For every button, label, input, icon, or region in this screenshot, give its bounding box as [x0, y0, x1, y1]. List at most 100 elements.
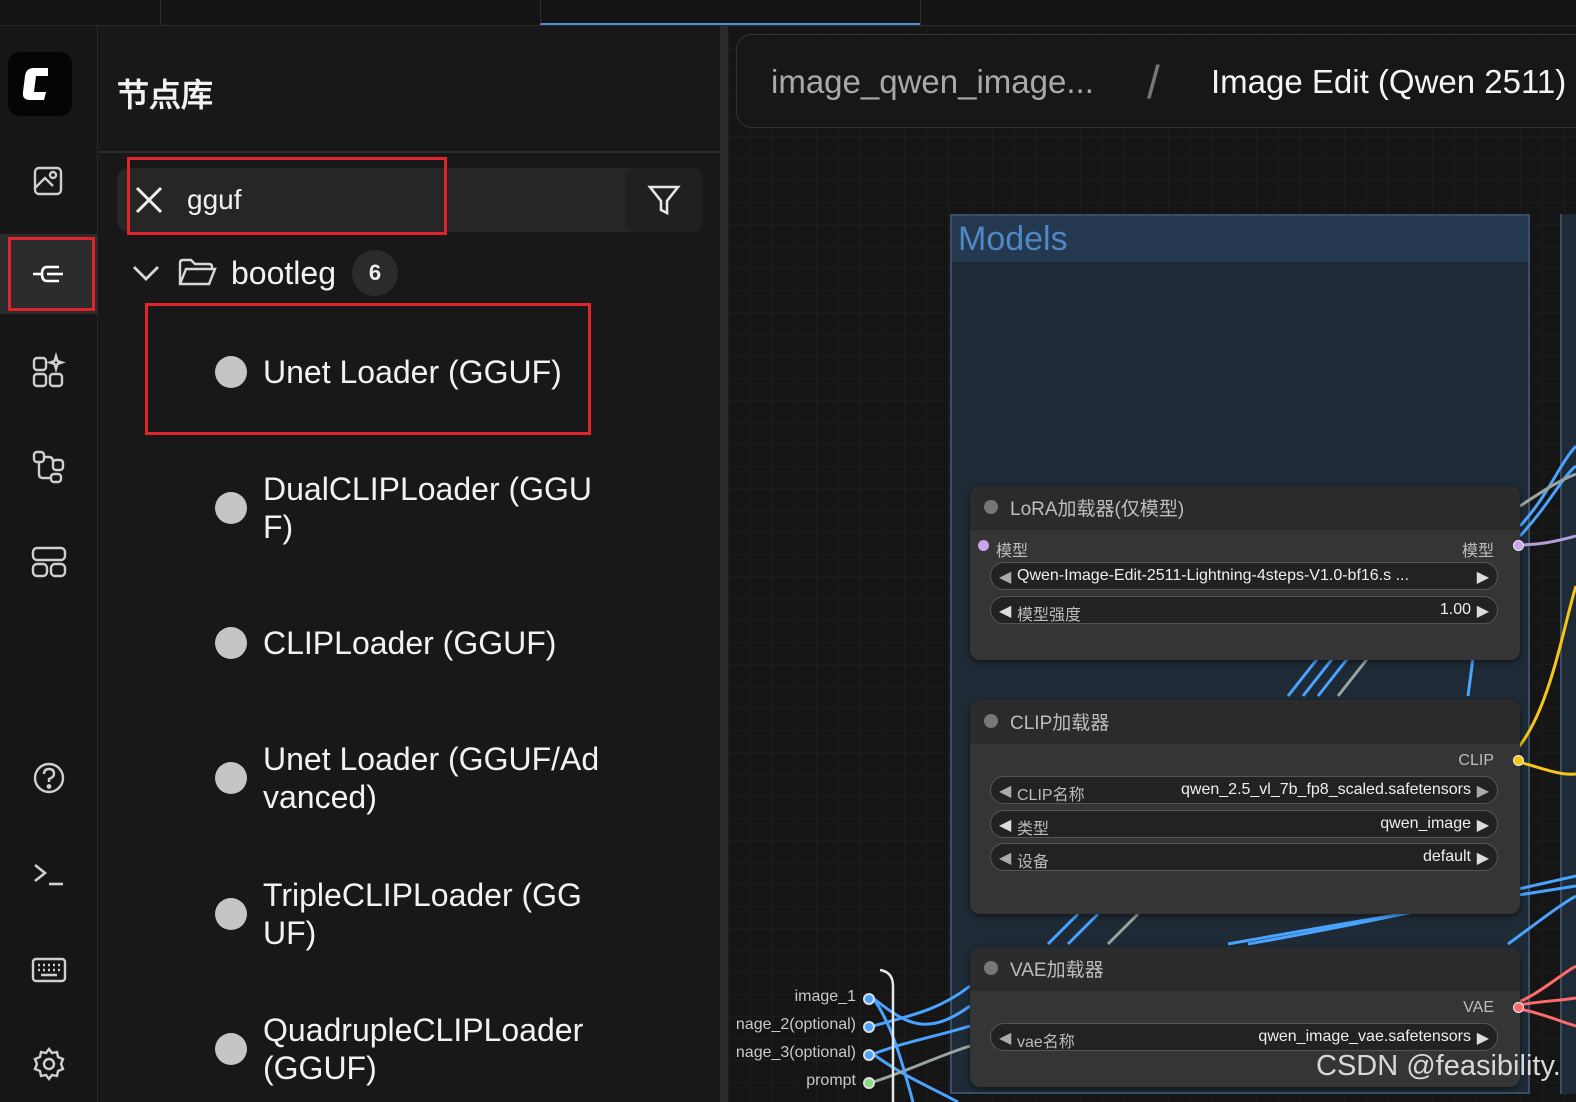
arrow-left-icon[interactable]: ◀ [999, 601, 1011, 621]
settings-icon [33, 1047, 65, 1081]
keyboard-icon [31, 957, 67, 983]
arrow-left-icon[interactable]: ◀ [999, 815, 1011, 835]
arrow-left-icon[interactable]: ◀ [999, 1028, 1011, 1048]
workflow-tab[interactable] [920, 0, 1120, 25]
widget-value: qwen_image_vae.safetensors [1258, 1028, 1471, 1045]
node-title-bar[interactable]: VAE加载器 [970, 947, 1520, 991]
arrow-right-icon[interactable]: ▶ [1477, 1028, 1489, 1048]
strength-slider[interactable]: ◀ 模型强度 1.00 ▶ [990, 596, 1498, 624]
node-library-icon [33, 265, 63, 283]
output-socket-clip[interactable] [1513, 755, 1524, 766]
output-label-model: 模型 [1461, 543, 1494, 560]
node-library-button[interactable] [0, 234, 98, 314]
node-item-icon [215, 356, 247, 388]
help-button[interactable] [0, 738, 98, 818]
folder-bootleg[interactable]: bootleg 6 [129, 248, 398, 298]
output-socket-model[interactable] [1513, 540, 1524, 551]
arrow-right-icon[interactable]: ▶ [1477, 848, 1489, 868]
vae-name-combo[interactable]: ◀ vae名称 qwen_image_vae.safetensors ▶ [990, 1023, 1498, 1051]
subgraph-input-socket[interactable] [863, 993, 875, 1005]
lora-name-combo[interactable]: ◀ Qwen-Image-Edit-2511-Lightning-4steps-… [990, 562, 1498, 590]
node-title-bar[interactable]: CLIP加载器 [970, 700, 1520, 744]
node-item-icon [215, 492, 247, 524]
clip-name-combo[interactable]: ◀ CLIP名称 qwen_2.5_vl_7b_fp8_scaled.safet… [990, 776, 1498, 804]
help-icon [33, 762, 65, 794]
arrow-right-icon[interactable]: ▶ [1477, 601, 1489, 621]
filter-button[interactable] [625, 168, 703, 232]
node-item-label: DualCLIPLoader (GGUF) [263, 471, 593, 545]
clip-type-combo[interactable]: ◀ 类型 qwen_image ▶ [990, 810, 1498, 838]
arrow-right-icon[interactable]: ▶ [1477, 567, 1489, 587]
model-library-button[interactable] [0, 330, 98, 410]
folder-count-badge: 6 [351, 250, 398, 296]
list-item[interactable]: CLIPLoader (GGUF) [211, 593, 611, 693]
node-clip-loader[interactable]: CLIP加载器 CLIP ◀ CLIP名称 qwen_2.5_vl_7b_fp8… [970, 700, 1524, 914]
search-input[interactable] [187, 180, 587, 220]
node-collapse-dot[interactable] [984, 961, 998, 975]
widget-value: 1.00 [1439, 601, 1471, 618]
node-item-icon [215, 898, 247, 930]
widget-label: 模型强度 [1017, 607, 1082, 624]
node-library-panel: 节点库 bootleg 6 Unet Loader (GGUF) Du [99, 26, 720, 1102]
list-item[interactable]: TripleCLIPLoader (GGUF) [211, 864, 611, 964]
widget-value: Qwen-Image-Edit-2511-Lightning-4steps-V1… [1017, 567, 1409, 584]
node-item-label: Unet Loader (GGUF/Advanced) [263, 741, 600, 815]
clear-search-button[interactable] [131, 182, 167, 218]
workflow-tab[interactable] [160, 0, 540, 25]
graph-canvas[interactable]: Models image_qwen_image... / Image Edit … [728, 26, 1576, 1102]
search-box [117, 168, 703, 232]
node-item-label: Unet Loader (GGUF) [263, 354, 562, 390]
widget-label: 类型 [1017, 821, 1050, 838]
sidebar-rail [0, 26, 98, 1102]
clip-device-combo[interactable]: ◀ 设备 default ▶ [990, 843, 1498, 871]
workflows-icon [32, 450, 65, 484]
node-title: CLIP加载器 [1010, 713, 1110, 734]
output-socket-vae[interactable] [1513, 1002, 1524, 1013]
folder-label: bootleg [231, 254, 336, 291]
node-item-icon [215, 627, 247, 659]
node-collapse-dot[interactable] [984, 714, 998, 728]
breadcrumb-separator: / [1147, 56, 1160, 108]
images-icon [33, 166, 63, 196]
breadcrumb-subgraph[interactable]: Image Edit (Qwen 2511) [1211, 63, 1566, 101]
workflows-button[interactable] [0, 426, 98, 506]
node-item-label: QuadrupleCLIPLoader (GGUF) [263, 1012, 584, 1086]
subgraph-input-socket[interactable] [863, 1049, 875, 1061]
images-button[interactable] [0, 140, 98, 220]
chevron-down-icon [133, 266, 159, 281]
widget-value: qwen_image [1380, 815, 1471, 832]
arrow-left-icon[interactable]: ◀ [999, 781, 1011, 801]
node-title-bar[interactable]: LoRA加载器(仅模型) [970, 486, 1520, 530]
input-socket-model[interactable] [978, 540, 989, 551]
arrow-left-icon[interactable]: ◀ [999, 567, 1011, 587]
arrow-right-icon[interactable]: ▶ [1477, 781, 1489, 801]
subgraph-input-label: image_1 [794, 988, 856, 1005]
list-item[interactable]: DualCLIPLoader (GGUF) [211, 458, 611, 558]
widget-label: CLIP名称 [1017, 787, 1085, 804]
workflow-tab-active[interactable] [540, 0, 920, 25]
widget-value: default [1422, 848, 1471, 865]
subgraph-input-socket[interactable] [863, 1077, 875, 1089]
list-item[interactable]: Unet Loader (GGUF) [211, 322, 611, 422]
input-label-model: 模型 [996, 543, 1029, 560]
console-button[interactable] [0, 834, 98, 914]
breadcrumb-workflow[interactable]: image_qwen_image... [771, 63, 1094, 101]
node-item-icon [215, 762, 247, 794]
node-collapse-dot[interactable] [984, 500, 998, 514]
keyboard-shortcuts-button[interactable] [0, 930, 98, 1010]
filter-icon [647, 185, 681, 216]
list-item[interactable]: Unet Loader (GGUF/Advanced) [211, 728, 611, 828]
panel-resize-handle[interactable] [720, 26, 728, 1102]
folder-icon [178, 258, 217, 286]
list-item[interactable]: QuadrupleCLIPLoader (GGUF) [211, 999, 611, 1099]
settings-button[interactable] [0, 1024, 98, 1102]
subgraph-input-socket[interactable] [863, 1021, 875, 1033]
arrow-left-icon[interactable]: ◀ [999, 848, 1011, 868]
app-logo[interactable] [8, 52, 72, 116]
subgraph-input-label: prompt [806, 1072, 856, 1089]
arrow-right-icon[interactable]: ▶ [1477, 815, 1489, 835]
widget-value: qwen_2.5_vl_7b_fp8_scaled.safetensors [1181, 781, 1471, 798]
templates-button[interactable] [0, 522, 98, 602]
top-tab-bar [0, 0, 1576, 26]
node-lora-loader[interactable]: LoRA加载器(仅模型) 模型 模型 ◀ Qwen-Image-Edit-251… [970, 486, 1524, 660]
